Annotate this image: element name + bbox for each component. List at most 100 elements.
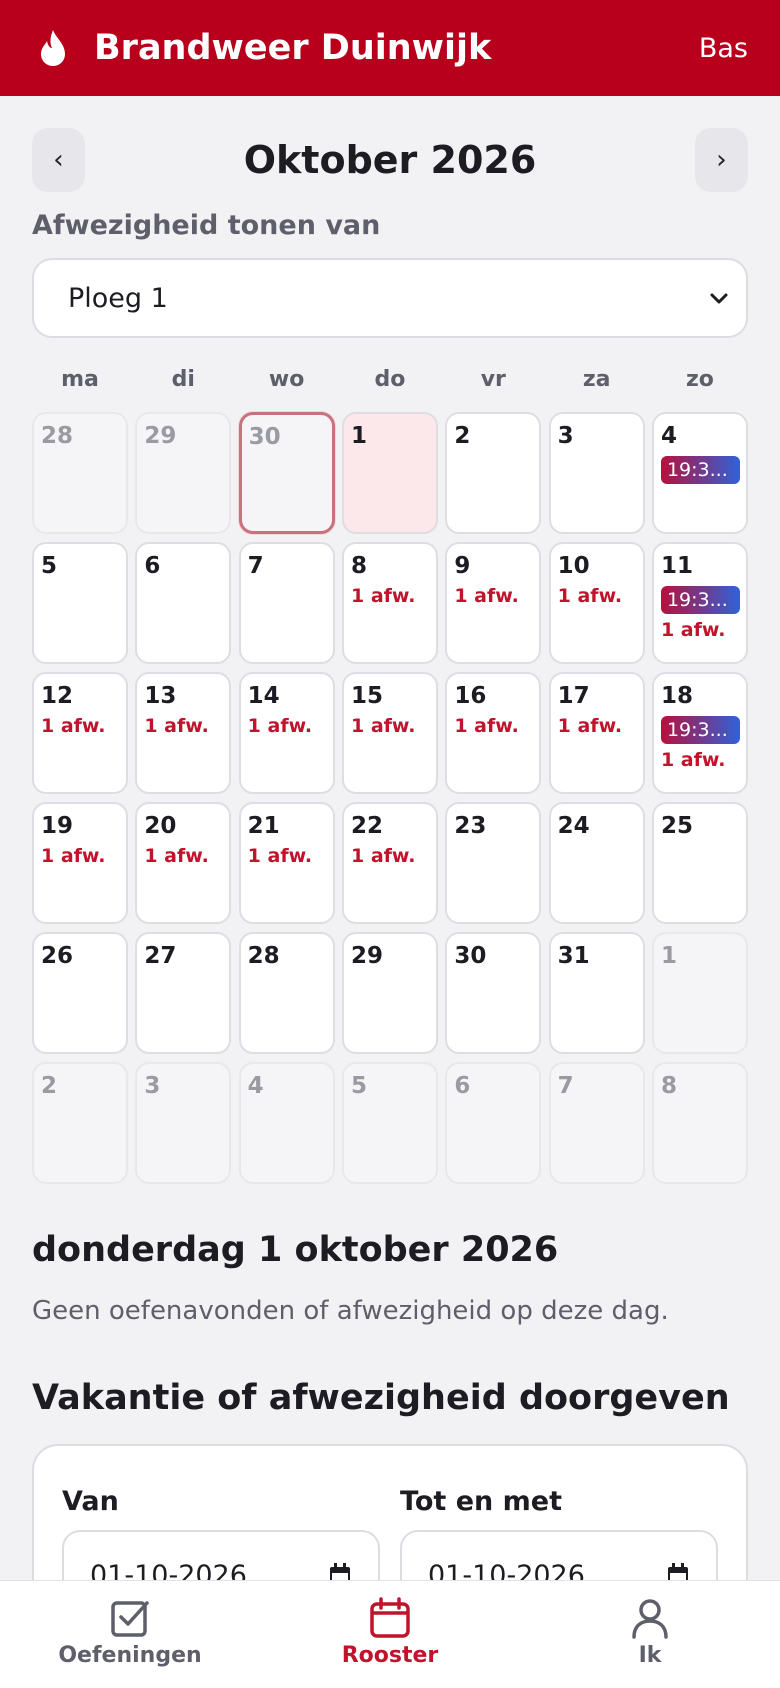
- day-number: 8: [350, 553, 367, 579]
- calendar-day-cell[interactable]: 16 1 afw.: [445, 672, 542, 794]
- day-number: 22: [350, 813, 383, 839]
- day-number: 1: [660, 943, 677, 969]
- day-number: 3: [144, 1073, 161, 1099]
- calendar-day-cell[interactable]: 9 1 afw.: [445, 542, 542, 664]
- calendar-day-cell[interactable]: 12 1 afw.: [32, 672, 128, 794]
- calendar-day-cell[interactable]: 28: [238, 932, 335, 1054]
- checkbox-icon: [111, 1601, 149, 1637]
- absence-count: 1 afw.: [454, 585, 519, 607]
- day-number: 28: [41, 423, 74, 449]
- calendar-day-cell[interactable]: 2: [445, 412, 542, 534]
- calendar-day-cell[interactable]: 5: [32, 542, 128, 664]
- calendar-day-cell[interactable]: 8: [651, 1062, 748, 1184]
- calendar-day-cell[interactable]: 29: [135, 412, 232, 534]
- calendar-day-cell[interactable]: 5: [341, 1062, 438, 1184]
- calendar-day-cell[interactable]: 20 1 afw.: [135, 802, 232, 924]
- calendar-day-cell[interactable]: 11 19:3... 1 afw.: [651, 542, 748, 664]
- app-header: Brandweer Duinwijk Bas: [0, 0, 780, 96]
- day-number: 12: [41, 683, 74, 709]
- weekday-label: ma: [61, 367, 99, 392]
- calendar-day-cell[interactable]: 17 1 afw.: [548, 672, 645, 794]
- day-number: 18: [660, 683, 693, 709]
- calendar-day-cell[interactable]: 15 1 afw.: [341, 672, 438, 794]
- calendar-day-cell[interactable]: 24: [548, 802, 645, 924]
- calendar-day-cell[interactable]: 14 1 afw.: [238, 672, 335, 794]
- day-number: 4: [247, 1073, 264, 1099]
- absence-team-select[interactable]: Ploeg 1: [32, 258, 748, 338]
- absence-count: 1 afw.: [557, 715, 623, 737]
- day-number: 2: [41, 1073, 58, 1099]
- calendar-day-cell[interactable]: 7: [238, 542, 335, 664]
- calendar-day-cell[interactable]: 4: [238, 1062, 335, 1184]
- calendar-day-cell[interactable]: 6: [445, 1062, 542, 1184]
- calendar-day-cell[interactable]: 30: [238, 412, 335, 534]
- calendar-day-cell[interactable]: 25: [651, 802, 748, 924]
- calendar-day-cell[interactable]: 1: [651, 932, 748, 1054]
- calendar-day-cell[interactable]: 3: [135, 1062, 232, 1184]
- absence-count: 1 afw.: [454, 715, 519, 737]
- day-number: 21: [247, 813, 280, 839]
- day-number: 2: [454, 423, 471, 449]
- calendar-day-cell[interactable]: 2: [32, 1062, 128, 1184]
- calendar-day-cell[interactable]: 10 1 afw.: [548, 542, 645, 664]
- day-number: 7: [247, 553, 264, 579]
- day-number: 10: [557, 553, 590, 579]
- tab-rooster[interactable]: Rooster: [260, 1581, 520, 1688]
- absence-count: 1 afw.: [41, 715, 106, 737]
- calendar-day-cell[interactable]: 1: [341, 412, 438, 534]
- flame-icon: [41, 30, 65, 66]
- day-number: 24: [557, 813, 590, 839]
- day-number: 19: [41, 813, 74, 839]
- day-number: 29: [350, 943, 383, 969]
- next-month-button[interactable]: ›: [695, 128, 748, 192]
- tab-label: Ik: [638, 1643, 662, 1668]
- calendar-day-cell[interactable]: 23: [445, 802, 542, 924]
- calendar-icon: [370, 1597, 410, 1638]
- absence-count: 1 afw.: [557, 585, 623, 607]
- day-number: 13: [144, 683, 177, 709]
- training-event-chip[interactable]: 19:3...: [660, 586, 740, 614]
- calendar-day-cell[interactable]: 13 1 afw.: [135, 672, 232, 794]
- calendar-day-cell[interactable]: 21 1 afw.: [238, 802, 335, 924]
- from-date-label: Van: [62, 1486, 119, 1517]
- day-number: 5: [350, 1073, 367, 1099]
- absence-count: 1 afw.: [660, 619, 726, 641]
- calendar-day-cell[interactable]: 18 19:3... 1 afw.: [651, 672, 748, 794]
- user-name[interactable]: Bas: [699, 33, 748, 64]
- weekday-header: ma di wo do vr za zo: [32, 364, 748, 396]
- month-title: Oktober 2026: [243, 138, 537, 182]
- day-number: 11: [660, 553, 693, 579]
- tab-oefeningen[interactable]: Oefeningen: [0, 1581, 260, 1688]
- weekday-label: za: [582, 367, 611, 392]
- calendar-day-cell[interactable]: 29: [341, 932, 438, 1054]
- day-number: 15: [350, 683, 383, 709]
- weekday-label: di: [171, 367, 195, 392]
- training-event-chip[interactable]: 19:3...: [660, 456, 740, 484]
- selected-day-info: Geen oefenavonden of afwezigheid op deze…: [32, 1296, 669, 1326]
- calendar-day-cell[interactable]: 4 19:3...: [651, 412, 748, 534]
- prev-month-button[interactable]: ‹: [32, 128, 85, 192]
- absence-count: 1 afw.: [144, 715, 209, 737]
- calendar-day-cell[interactable]: 3: [548, 412, 645, 534]
- calendar-day-cell[interactable]: 28: [32, 412, 128, 534]
- calendar-day-cell[interactable]: 26: [32, 932, 128, 1054]
- calendar-day-cell[interactable]: 22 1 afw.: [341, 802, 438, 924]
- calendar-day-cell[interactable]: 30: [445, 932, 542, 1054]
- day-number: 27: [144, 943, 177, 969]
- tab-ik[interactable]: Ik: [520, 1581, 780, 1688]
- training-event-chip[interactable]: 19:3...: [660, 716, 740, 744]
- calendar-day-cell[interactable]: 27: [135, 932, 232, 1054]
- weekday-label: vr: [480, 367, 506, 392]
- absence-team-value: Ploeg 1: [68, 282, 168, 314]
- calendar-day-cell[interactable]: 7: [548, 1062, 645, 1184]
- calendar-day-cell[interactable]: 31: [548, 932, 645, 1054]
- day-number: 1: [350, 423, 367, 449]
- tab-label: Rooster: [341, 1643, 439, 1668]
- user-icon: [632, 1599, 668, 1639]
- day-number: 14: [247, 683, 280, 709]
- app-title: Brandweer Duinwijk: [94, 28, 492, 68]
- calendar-day-cell[interactable]: 19 1 afw.: [32, 802, 128, 924]
- calendar-day-cell[interactable]: 6: [135, 542, 232, 664]
- calendar-day-cell[interactable]: 8 1 afw.: [341, 542, 438, 664]
- weekday-label: do: [374, 367, 406, 392]
